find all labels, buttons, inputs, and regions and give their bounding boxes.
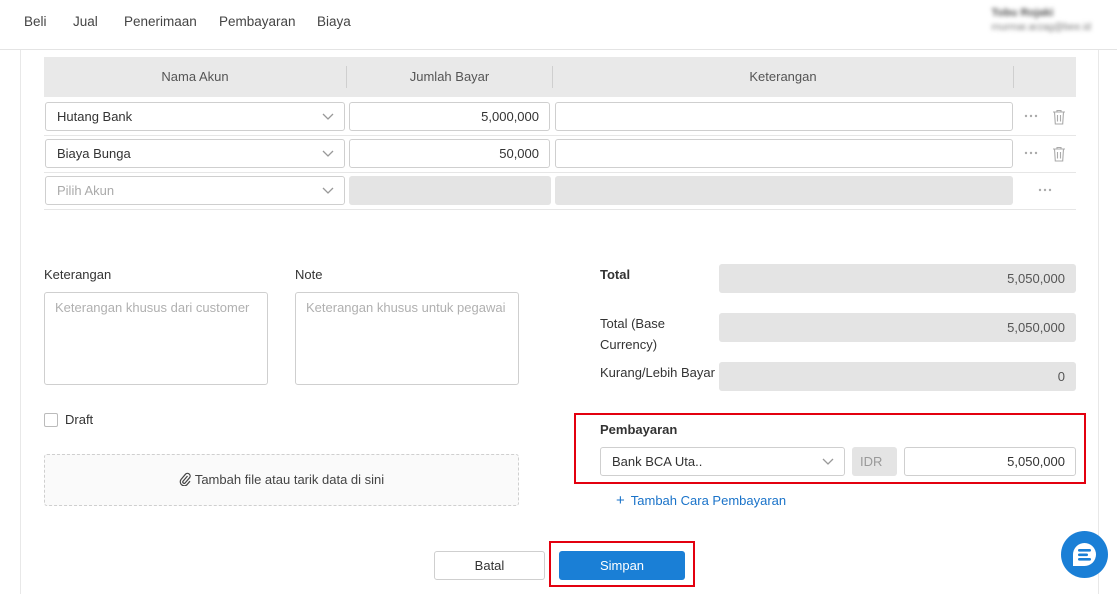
keterangan-textarea[interactable]: Keterangan khusus dari customer (44, 292, 268, 385)
total-label: Total (600, 267, 631, 282)
add-payment-method-link[interactable]: + Tambah Cara Pembayaran (616, 492, 786, 509)
nav-item-penerimaan[interactable]: Penerimaan (124, 14, 197, 29)
amount-input-row-1[interactable]: 5,000,000 (349, 102, 550, 131)
top-navigation: Beli Jual Penerimaan Pembayaran Biaya To… (0, 0, 1117, 50)
account-placeholder: Pilih Akun (57, 183, 115, 198)
note-input-row-2[interactable] (555, 139, 1013, 168)
account-select-row-1[interactable]: Hutang Bank (45, 102, 345, 131)
more-options-icon[interactable] (1037, 185, 1053, 195)
user-email: rnurmar.arzag@bee.id (991, 22, 1091, 33)
chat-icon (1073, 543, 1096, 566)
note-input-new-row (555, 176, 1013, 205)
more-options-icon[interactable] (1023, 148, 1039, 158)
total-base-value: 5,050,000 (1007, 320, 1065, 335)
user-menu[interactable]: Tobu Rojaki rnurmar.arzag@bee.id (991, 7, 1091, 33)
payment-method-value: Bank BCA Uta.. (612, 454, 703, 469)
account-select-new-row[interactable]: Pilih Akun (45, 176, 345, 205)
payment-method-select[interactable]: Bank BCA Uta.. (600, 447, 845, 476)
paperclip-icon (179, 472, 191, 486)
save-button[interactable]: Simpan (559, 551, 685, 580)
amount-value: 50,000 (499, 146, 539, 161)
column-header-account: Nama Akun (161, 69, 229, 84)
more-options-icon[interactable] (1023, 111, 1039, 121)
keterangan-placeholder: Keterangan khusus dari customer (55, 300, 250, 315)
chat-support-button[interactable] (1061, 531, 1108, 578)
total-base-currency-field: 5,050,000 (719, 313, 1076, 342)
draft-checkbox[interactable] (44, 413, 58, 427)
account-value: Biaya Bunga (57, 146, 131, 161)
cancel-button[interactable]: Batal (434, 551, 545, 580)
note-label: Note (295, 267, 323, 282)
nav-item-biaya[interactable]: Biaya (317, 14, 351, 29)
row-divider (44, 209, 1076, 210)
row-divider (44, 135, 1076, 136)
note-placeholder: Keterangan khusus untuk pegawai (306, 300, 506, 315)
file-dropzone[interactable]: Tambah file atau tarik data di sini (44, 454, 519, 506)
label-line: Total (Base (600, 316, 666, 331)
note-textarea[interactable]: Keterangan khusus untuk pegawai (295, 292, 519, 385)
nav-item-jual[interactable]: Jual (73, 14, 98, 29)
plus-icon: + (616, 492, 625, 509)
dropzone-text: Tambah file atau tarik data di sini (194, 472, 385, 487)
currency-value: IDR (860, 454, 883, 469)
nav-item-beli[interactable]: Beli (24, 14, 47, 29)
payment-title: Pembayaran (600, 422, 678, 437)
trash-icon[interactable] (1052, 109, 1066, 125)
add-payment-label: Tambah Cara Pembayaran (630, 493, 787, 508)
table-header: Nama Akun Jumlah Bayar Keterangan (44, 57, 1076, 97)
amount-input-row-2[interactable]: 50,000 (349, 139, 550, 168)
chevron-down-icon (822, 458, 834, 465)
underpay-overpay-value: 0 (1057, 369, 1065, 384)
column-divider (1013, 66, 1014, 88)
keterangan-label: Keterangan (44, 267, 112, 282)
column-header-amount: Jumlah Bayar (409, 69, 490, 84)
note-input-row-1[interactable] (555, 102, 1013, 131)
amount-value: 5,000,000 (481, 109, 539, 124)
currency-field: IDR (852, 447, 897, 476)
payment-amount-value: 5,050,000 (1007, 454, 1065, 469)
chevron-down-icon (322, 187, 334, 194)
underpay-overpay-label: Kurang/Lebih Bayar (600, 365, 715, 380)
chevron-down-icon (322, 150, 334, 157)
chevron-down-icon (322, 113, 334, 120)
underpay-overpay-field: 0 (719, 362, 1076, 391)
account-value: Hutang Bank (57, 109, 133, 124)
draft-label: Draft (65, 412, 94, 427)
row-divider (44, 172, 1076, 173)
amount-input-new-row (349, 176, 551, 205)
total-field: 5,050,000 (719, 264, 1076, 293)
user-name: Tobu Rojaki (991, 7, 1054, 19)
label-line: Currency) (600, 337, 658, 352)
trash-icon[interactable] (1052, 146, 1066, 162)
total-value: 5,050,000 (1007, 271, 1065, 286)
nav-item-pembayaran[interactable]: Pembayaran (219, 14, 296, 29)
column-header-note: Keterangan (749, 69, 817, 84)
account-select-row-2[interactable]: Biaya Bunga (45, 139, 345, 168)
total-base-currency-label: Total (Base Currency) (600, 313, 665, 355)
payment-amount-input[interactable]: 5,050,000 (904, 447, 1076, 476)
